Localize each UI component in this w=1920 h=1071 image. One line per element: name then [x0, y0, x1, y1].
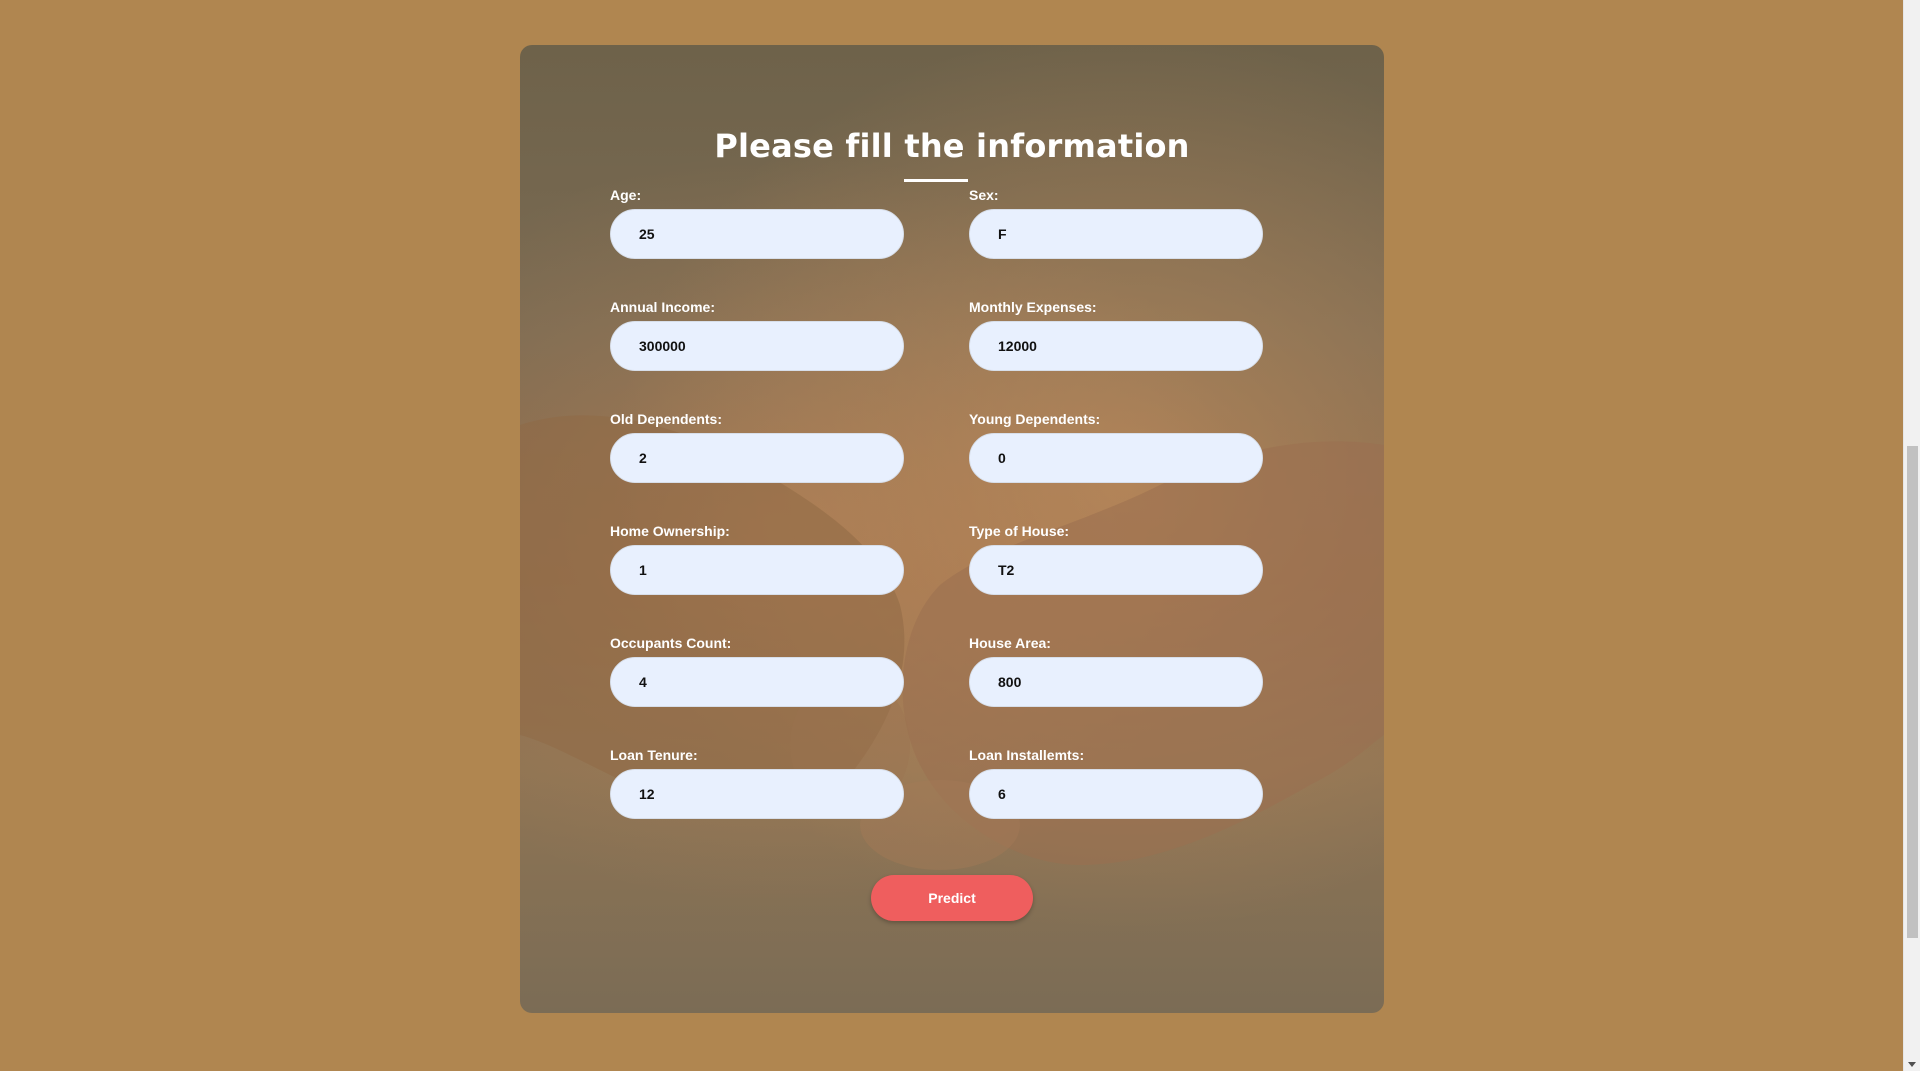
annual-income-input[interactable]: 300000: [610, 321, 904, 371]
field-label: Type of House:: [969, 523, 1070, 539]
field-loan-installments: Loan Installemts: 6: [969, 747, 1263, 819]
field-occupants-count: Occupants Count: 4: [610, 635, 904, 707]
monthly-expenses-input[interactable]: 12000: [969, 321, 1263, 371]
young-dependents-input[interactable]: 0: [969, 433, 1263, 483]
house-area-input[interactable]: 800: [969, 657, 1263, 707]
vertical-scrollbar[interactable]: [1903, 0, 1920, 1071]
loan-installments-input[interactable]: 6: [969, 769, 1263, 819]
old-dependents-input[interactable]: 2: [610, 433, 904, 483]
field-loan-tenure: Loan Tenure: 12: [610, 747, 904, 819]
loan-tenure-input[interactable]: 12: [610, 769, 904, 819]
type-of-house-input[interactable]: T2: [969, 545, 1263, 595]
age-input[interactable]: 25: [610, 209, 904, 259]
field-label: Occupants Count:: [610, 635, 732, 651]
field-home-ownership: Home Ownership: 1: [610, 523, 904, 595]
home-ownership-input[interactable]: 1: [610, 545, 904, 595]
chevron-down-icon[interactable]: [1908, 1062, 1916, 1067]
field-label: Sex:: [969, 187, 999, 203]
field-label: Old Dependents:: [610, 411, 723, 427]
field-young-dependents: Young Dependents: 0: [969, 411, 1263, 483]
form-title: Please fill the information: [714, 127, 1190, 165]
field-label: Annual Income:: [610, 299, 716, 315]
field-label: Young Dependents:: [969, 411, 1101, 427]
field-sex: Sex: F: [969, 187, 1263, 259]
field-label: Home Ownership:: [610, 523, 730, 539]
field-annual-income: Annual Income: 300000: [610, 299, 904, 371]
field-label: House Area:: [969, 635, 1051, 651]
page: Please fill the information Age: 25 Sex:…: [0, 0, 1920, 1071]
field-label: Monthly Expenses:: [969, 299, 1097, 315]
field-label: Loan Installemts:: [969, 747, 1085, 763]
field-old-dependents: Old Dependents: 2: [610, 411, 904, 483]
field-house-area: House Area: 800: [969, 635, 1263, 707]
form-card: Please fill the information Age: 25 Sex:…: [520, 45, 1384, 1013]
scrollbar-thumb[interactable]: [1907, 446, 1918, 938]
field-type-of-house: Type of House: T2: [969, 523, 1263, 595]
field-monthly-expenses: Monthly Expenses: 12000: [969, 299, 1263, 371]
occupants-count-input[interactable]: 4: [610, 657, 904, 707]
field-label: Age:: [610, 187, 642, 203]
predict-button[interactable]: Predict: [871, 875, 1033, 921]
field-age: Age: 25: [610, 187, 904, 259]
title-underline: [904, 179, 968, 182]
sex-input[interactable]: F: [969, 209, 1263, 259]
field-label: Loan Tenure:: [610, 747, 698, 763]
